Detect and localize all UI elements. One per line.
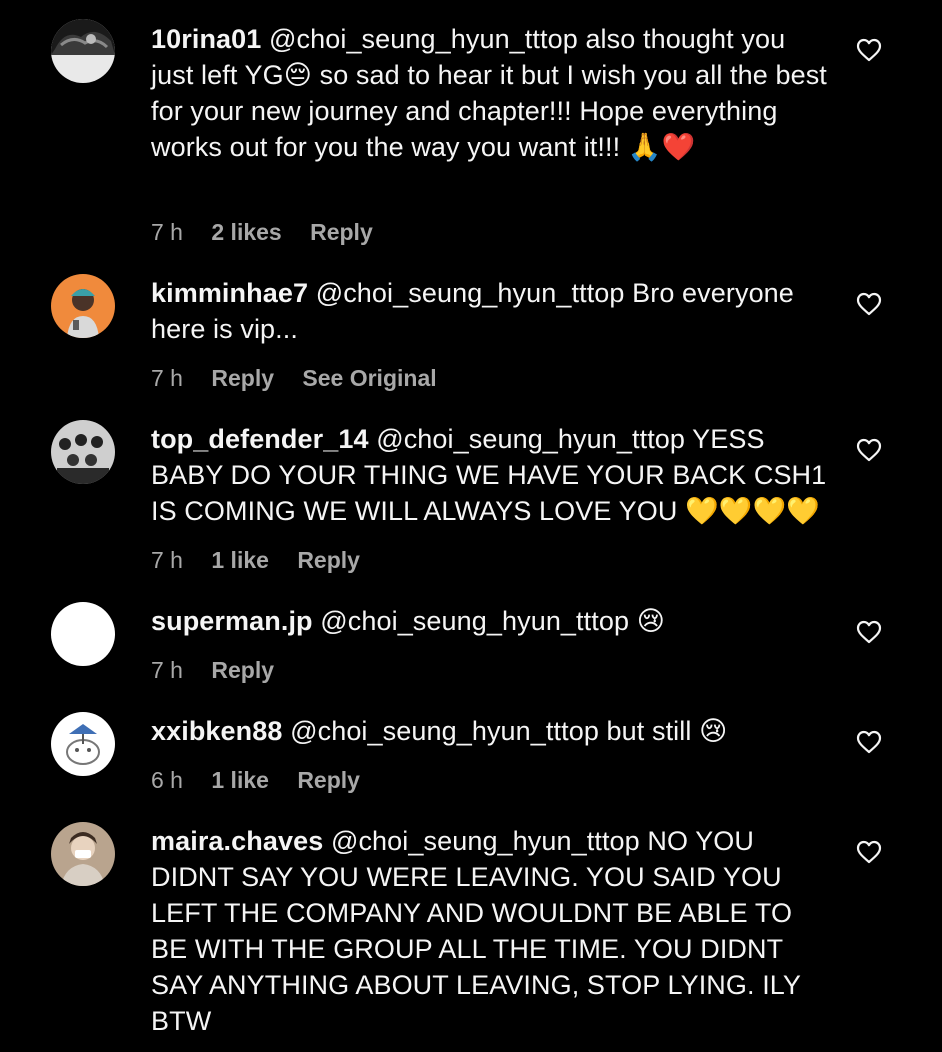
heart-outline-icon[interactable]: [856, 292, 882, 316]
comment-meta: 7 h 2 likes Reply: [151, 217, 395, 247]
comment-body: superman.jp @choi_seung_hyun_tttop 😢: [151, 603, 831, 639]
comment-text: @choi_seung_hyun_tttop 😢: [320, 606, 665, 636]
heart-outline-icon[interactable]: [856, 620, 882, 644]
avatar[interactable]: [51, 602, 115, 666]
reply-button[interactable]: Reply: [297, 767, 360, 793]
avatar[interactable]: [51, 420, 115, 484]
comment-likes[interactable]: 2 likes: [211, 219, 281, 245]
heart-outline-icon[interactable]: [856, 38, 882, 62]
comment-meta: 6 h 1 like Reply: [151, 765, 382, 795]
comment-username[interactable]: 10rina01: [151, 24, 261, 54]
comment-body: xxibken88 @choi_seung_hyun_tttop but sti…: [151, 713, 831, 749]
comment-time: 7 h: [151, 219, 183, 245]
comment-time: 6 h: [151, 767, 183, 793]
comment-likes[interactable]: 1 like: [211, 547, 269, 573]
comment-time: 7 h: [151, 657, 183, 683]
avatar[interactable]: [51, 19, 115, 83]
comment-username[interactable]: maira.chaves: [151, 826, 323, 856]
reply-button[interactable]: Reply: [310, 219, 373, 245]
comment-meta: 7 h 1 like Reply: [151, 545, 382, 575]
comment-text: @choi_seung_hyun_tttop but still 😢: [290, 716, 728, 746]
comment-body: kimminhae7 @choi_seung_hyun_tttop Bro ev…: [151, 275, 831, 347]
heart-outline-icon[interactable]: [856, 840, 882, 864]
comment-text: @choi_seung_hyun_tttop NO YOU DIDNT SAY …: [151, 826, 801, 1036]
avatar[interactable]: [51, 274, 115, 338]
comment-body: maira.chaves @choi_seung_hyun_tttop NO Y…: [151, 823, 831, 1039]
see-original-button[interactable]: See Original: [302, 365, 436, 391]
comment-username[interactable]: kimminhae7: [151, 278, 308, 308]
heart-outline-icon[interactable]: [856, 438, 882, 462]
comment-username[interactable]: superman.jp: [151, 606, 313, 636]
comment-body: top_defender_14 @choi_seung_hyun_tttop Y…: [151, 421, 831, 529]
comment-body: 10rina01 @choi_seung_hyun_tttop also tho…: [151, 21, 831, 165]
heart-outline-icon[interactable]: [856, 730, 882, 754]
comment-meta: 7 h Reply See Original: [151, 363, 459, 393]
avatar[interactable]: [51, 822, 115, 886]
avatar[interactable]: [51, 712, 115, 776]
comment-likes[interactable]: 1 like: [211, 767, 269, 793]
comment-username[interactable]: xxibken88: [151, 716, 282, 746]
comment-username[interactable]: top_defender_14: [151, 424, 369, 454]
reply-button[interactable]: Reply: [211, 365, 274, 391]
reply-button[interactable]: Reply: [211, 657, 274, 683]
comment-time: 7 h: [151, 365, 183, 391]
comment-time: 7 h: [151, 547, 183, 573]
reply-button[interactable]: Reply: [297, 547, 360, 573]
comment-meta: 7 h Reply: [151, 655, 296, 685]
